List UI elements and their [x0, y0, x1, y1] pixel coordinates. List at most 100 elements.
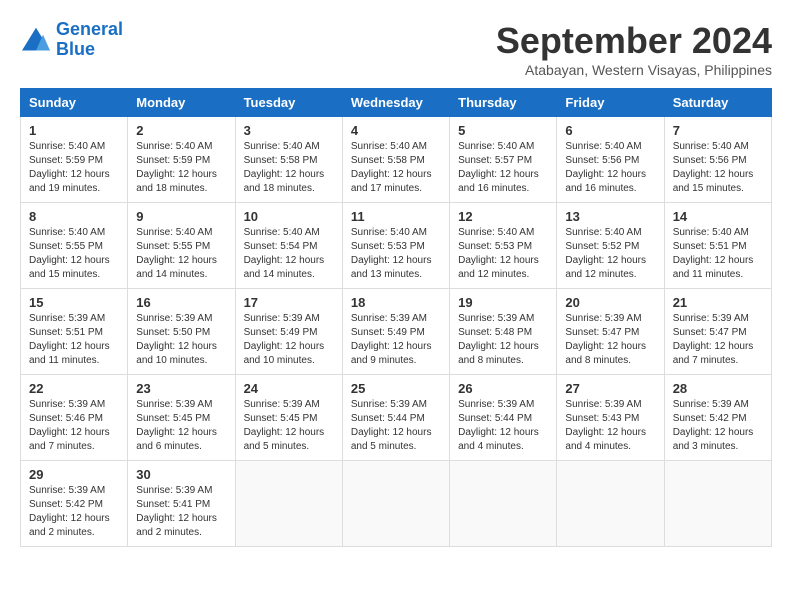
day-info-29: Sunrise: 5:39 AMSunset: 5:42 PMDaylight:… — [29, 484, 119, 540]
day-cell-30: 30 Sunrise: 5:39 AMSunset: 5:41 PMDaylig… — [128, 461, 235, 547]
day-cell-12: 12 Sunrise: 5:40 AMSunset: 5:53 PMDaylig… — [450, 203, 557, 289]
logo-text: General Blue — [56, 20, 123, 60]
day-info-25: Sunrise: 5:39 AMSunset: 5:44 PMDaylight:… — [351, 398, 441, 454]
empty-cell — [664, 461, 771, 547]
day-number-6: 6 — [565, 123, 655, 138]
day-cell-1: 1 Sunrise: 5:40 AMSunset: 5:59 PMDayligh… — [21, 117, 128, 203]
title-block: September 2024 Atabayan, Western Visayas… — [496, 20, 772, 78]
day-cell-25: 25 Sunrise: 5:39 AMSunset: 5:44 PMDaylig… — [342, 375, 449, 461]
day-info-8: Sunrise: 5:40 AMSunset: 5:55 PMDaylight:… — [29, 226, 119, 282]
day-number-9: 9 — [136, 209, 226, 224]
day-info-20: Sunrise: 5:39 AMSunset: 5:47 PMDaylight:… — [565, 312, 655, 368]
day-number-2: 2 — [136, 123, 226, 138]
day-cell-3: 3 Sunrise: 5:40 AMSunset: 5:58 PMDayligh… — [235, 117, 342, 203]
calendar-table: SundayMondayTuesdayWednesdayThursdayFrid… — [20, 88, 772, 547]
day-info-15: Sunrise: 5:39 AMSunset: 5:51 PMDaylight:… — [29, 312, 119, 368]
day-number-20: 20 — [565, 295, 655, 310]
day-info-23: Sunrise: 5:39 AMSunset: 5:45 PMDaylight:… — [136, 398, 226, 454]
day-cell-11: 11 Sunrise: 5:40 AMSunset: 5:53 PMDaylig… — [342, 203, 449, 289]
day-cell-2: 2 Sunrise: 5:40 AMSunset: 5:59 PMDayligh… — [128, 117, 235, 203]
day-cell-15: 15 Sunrise: 5:39 AMSunset: 5:51 PMDaylig… — [21, 289, 128, 375]
day-info-3: Sunrise: 5:40 AMSunset: 5:58 PMDaylight:… — [244, 140, 334, 196]
day-info-19: Sunrise: 5:39 AMSunset: 5:48 PMDaylight:… — [458, 312, 548, 368]
day-cell-24: 24 Sunrise: 5:39 AMSunset: 5:45 PMDaylig… — [235, 375, 342, 461]
calendar-week-2: 8 Sunrise: 5:40 AMSunset: 5:55 PMDayligh… — [21, 203, 772, 289]
day-cell-10: 10 Sunrise: 5:40 AMSunset: 5:54 PMDaylig… — [235, 203, 342, 289]
day-number-24: 24 — [244, 381, 334, 396]
day-number-15: 15 — [29, 295, 119, 310]
day-number-19: 19 — [458, 295, 548, 310]
day-cell-26: 26 Sunrise: 5:39 AMSunset: 5:44 PMDaylig… — [450, 375, 557, 461]
day-number-14: 14 — [673, 209, 763, 224]
day-info-27: Sunrise: 5:39 AMSunset: 5:43 PMDaylight:… — [565, 398, 655, 454]
day-number-21: 21 — [673, 295, 763, 310]
day-number-8: 8 — [29, 209, 119, 224]
day-number-4: 4 — [351, 123, 441, 138]
day-cell-18: 18 Sunrise: 5:39 AMSunset: 5:49 PMDaylig… — [342, 289, 449, 375]
day-info-11: Sunrise: 5:40 AMSunset: 5:53 PMDaylight:… — [351, 226, 441, 282]
column-header-saturday: Saturday — [664, 89, 771, 117]
day-cell-17: 17 Sunrise: 5:39 AMSunset: 5:49 PMDaylig… — [235, 289, 342, 375]
day-info-6: Sunrise: 5:40 AMSunset: 5:56 PMDaylight:… — [565, 140, 655, 196]
day-number-7: 7 — [673, 123, 763, 138]
day-number-29: 29 — [29, 467, 119, 482]
day-cell-22: 22 Sunrise: 5:39 AMSunset: 5:46 PMDaylig… — [21, 375, 128, 461]
day-number-27: 27 — [565, 381, 655, 396]
day-number-12: 12 — [458, 209, 548, 224]
day-cell-29: 29 Sunrise: 5:39 AMSunset: 5:42 PMDaylig… — [21, 461, 128, 547]
calendar-week-5: 29 Sunrise: 5:39 AMSunset: 5:42 PMDaylig… — [21, 461, 772, 547]
day-cell-19: 19 Sunrise: 5:39 AMSunset: 5:48 PMDaylig… — [450, 289, 557, 375]
day-number-1: 1 — [29, 123, 119, 138]
calendar-week-3: 15 Sunrise: 5:39 AMSunset: 5:51 PMDaylig… — [21, 289, 772, 375]
column-header-tuesday: Tuesday — [235, 89, 342, 117]
day-info-4: Sunrise: 5:40 AMSunset: 5:58 PMDaylight:… — [351, 140, 441, 196]
day-number-11: 11 — [351, 209, 441, 224]
day-info-12: Sunrise: 5:40 AMSunset: 5:53 PMDaylight:… — [458, 226, 548, 282]
page-header: General Blue September 2024 Atabayan, We… — [20, 20, 772, 78]
day-cell-6: 6 Sunrise: 5:40 AMSunset: 5:56 PMDayligh… — [557, 117, 664, 203]
day-cell-8: 8 Sunrise: 5:40 AMSunset: 5:55 PMDayligh… — [21, 203, 128, 289]
calendar-week-4: 22 Sunrise: 5:39 AMSunset: 5:46 PMDaylig… — [21, 375, 772, 461]
day-cell-23: 23 Sunrise: 5:39 AMSunset: 5:45 PMDaylig… — [128, 375, 235, 461]
empty-cell — [235, 461, 342, 547]
day-number-16: 16 — [136, 295, 226, 310]
day-cell-20: 20 Sunrise: 5:39 AMSunset: 5:47 PMDaylig… — [557, 289, 664, 375]
column-header-wednesday: Wednesday — [342, 89, 449, 117]
day-info-21: Sunrise: 5:39 AMSunset: 5:47 PMDaylight:… — [673, 312, 763, 368]
day-cell-27: 27 Sunrise: 5:39 AMSunset: 5:43 PMDaylig… — [557, 375, 664, 461]
day-info-10: Sunrise: 5:40 AMSunset: 5:54 PMDaylight:… — [244, 226, 334, 282]
logo-icon — [20, 26, 52, 54]
day-info-13: Sunrise: 5:40 AMSunset: 5:52 PMDaylight:… — [565, 226, 655, 282]
empty-cell — [342, 461, 449, 547]
empty-cell — [557, 461, 664, 547]
day-info-14: Sunrise: 5:40 AMSunset: 5:51 PMDaylight:… — [673, 226, 763, 282]
day-info-2: Sunrise: 5:40 AMSunset: 5:59 PMDaylight:… — [136, 140, 226, 196]
column-header-monday: Monday — [128, 89, 235, 117]
day-cell-14: 14 Sunrise: 5:40 AMSunset: 5:51 PMDaylig… — [664, 203, 771, 289]
day-cell-16: 16 Sunrise: 5:39 AMSunset: 5:50 PMDaylig… — [128, 289, 235, 375]
month-title: September 2024 — [496, 20, 772, 62]
logo-line2: Blue — [56, 40, 123, 60]
column-header-friday: Friday — [557, 89, 664, 117]
day-number-13: 13 — [565, 209, 655, 224]
day-cell-28: 28 Sunrise: 5:39 AMSunset: 5:42 PMDaylig… — [664, 375, 771, 461]
subtitle: Atabayan, Western Visayas, Philippines — [496, 62, 772, 78]
day-info-22: Sunrise: 5:39 AMSunset: 5:46 PMDaylight:… — [29, 398, 119, 454]
day-number-26: 26 — [458, 381, 548, 396]
day-info-7: Sunrise: 5:40 AMSunset: 5:56 PMDaylight:… — [673, 140, 763, 196]
day-info-9: Sunrise: 5:40 AMSunset: 5:55 PMDaylight:… — [136, 226, 226, 282]
day-info-16: Sunrise: 5:39 AMSunset: 5:50 PMDaylight:… — [136, 312, 226, 368]
calendar-header-row: SundayMondayTuesdayWednesdayThursdayFrid… — [21, 89, 772, 117]
day-cell-7: 7 Sunrise: 5:40 AMSunset: 5:56 PMDayligh… — [664, 117, 771, 203]
day-cell-21: 21 Sunrise: 5:39 AMSunset: 5:47 PMDaylig… — [664, 289, 771, 375]
day-number-25: 25 — [351, 381, 441, 396]
day-info-30: Sunrise: 5:39 AMSunset: 5:41 PMDaylight:… — [136, 484, 226, 540]
column-header-sunday: Sunday — [21, 89, 128, 117]
empty-cell — [450, 461, 557, 547]
day-cell-13: 13 Sunrise: 5:40 AMSunset: 5:52 PMDaylig… — [557, 203, 664, 289]
day-info-24: Sunrise: 5:39 AMSunset: 5:45 PMDaylight:… — [244, 398, 334, 454]
day-info-5: Sunrise: 5:40 AMSunset: 5:57 PMDaylight:… — [458, 140, 548, 196]
logo: General Blue — [20, 20, 123, 60]
day-number-5: 5 — [458, 123, 548, 138]
day-cell-5: 5 Sunrise: 5:40 AMSunset: 5:57 PMDayligh… — [450, 117, 557, 203]
